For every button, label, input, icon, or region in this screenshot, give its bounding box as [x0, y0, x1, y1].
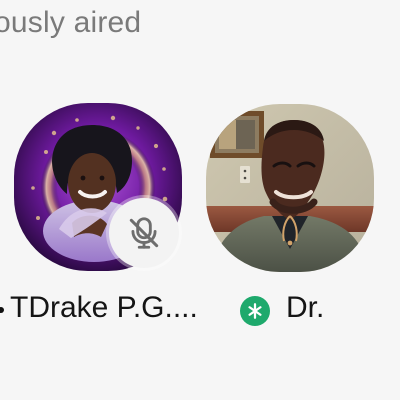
- speaker-1-name: TDrake P.G....: [10, 291, 198, 324]
- left-edge-dot: [0, 307, 4, 313]
- speaker-2-avatar[interactable]: [206, 104, 374, 272]
- speaker-2-name: Dr.: [286, 291, 325, 324]
- status-badge: [240, 296, 270, 326]
- mute-badge: [109, 198, 179, 268]
- previously-aired-title: ously aired: [0, 6, 142, 39]
